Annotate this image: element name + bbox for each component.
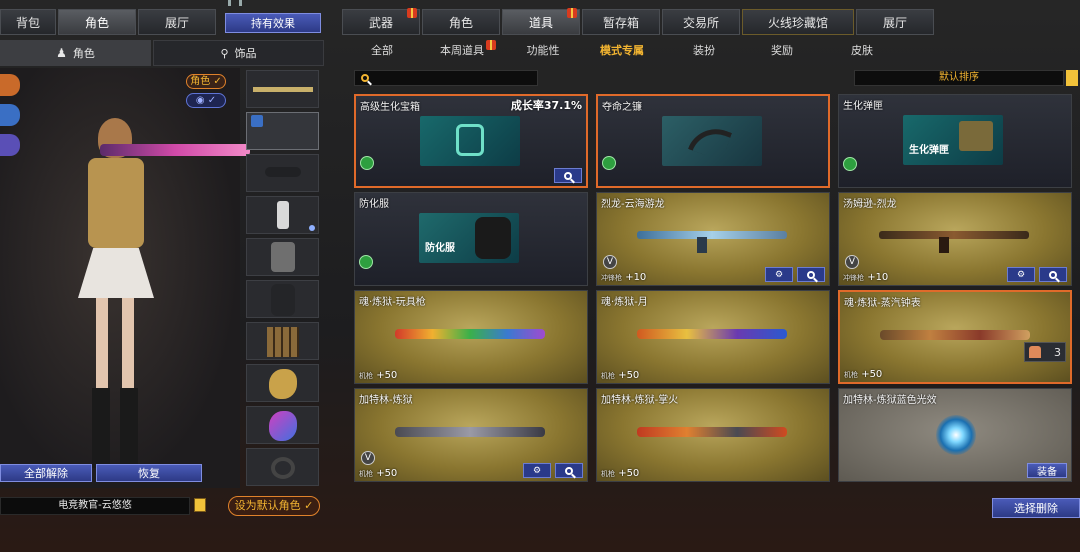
settings-button[interactable]: ⚙ xyxy=(1007,267,1035,282)
list-icon[interactable] xyxy=(194,498,206,512)
slot-radio[interactable] xyxy=(246,196,319,234)
slot-glasses[interactable] xyxy=(246,154,319,192)
sniper-rifle xyxy=(100,144,250,156)
settings-button[interactable]: ⚙ xyxy=(765,267,793,282)
right-panel: 武器 角色 道具 暂存箱 交易所 火线珍藏馆 展厅 全部 本周道具 功能性 模式… xyxy=(342,0,1080,552)
subtab-cosmetic[interactable]: 装扮 xyxy=(678,42,730,60)
item-card[interactable]: 高级生化宝箱 成长率37.1% xyxy=(354,94,588,188)
hazmat-suit-thumb: 防化服 xyxy=(419,213,519,263)
left-panel: 背包 角色 展厅 持有效果 ♟ 角色 ⚲ 饰品 角色 ✓ ◉ ✓ 全部解除 恢复… xyxy=(0,0,330,552)
slot-vest[interactable] xyxy=(246,280,319,318)
slot-weapon[interactable] xyxy=(246,70,319,108)
tab-hall[interactable]: 展厅 xyxy=(138,9,216,35)
side-icon-1[interactable] xyxy=(0,74,20,96)
item-card[interactable]: 加特林-炼狱-掌火 机枪 +50 xyxy=(596,388,830,482)
search-button[interactable] xyxy=(554,168,582,183)
tab-showroom[interactable]: 展厅 xyxy=(856,9,934,35)
item-card[interactable]: 魂·炼狱-蒸汽钟表 机枪 +50 3 xyxy=(838,290,1072,384)
side-icon-3[interactable] xyxy=(0,134,20,156)
slot-ring[interactable] xyxy=(246,448,319,486)
bolt-icon xyxy=(359,255,373,269)
tab-items[interactable]: 道具 xyxy=(502,8,580,35)
smg-image xyxy=(637,223,787,253)
character-viewport[interactable]: 角色 ✓ ◉ ✓ xyxy=(0,68,250,488)
bolt-icon xyxy=(360,156,374,170)
character-figure xyxy=(60,118,250,478)
machine-gun-image xyxy=(637,321,787,347)
person-icon: ♟ xyxy=(56,46,67,60)
settings-button[interactable]: ⚙ xyxy=(523,463,551,478)
tab-exchange[interactable]: 交易所 xyxy=(662,9,740,35)
side-icon-2[interactable] xyxy=(0,104,20,126)
unequip-all-button[interactable]: 全部解除 xyxy=(0,464,92,482)
slot-backpack[interactable] xyxy=(246,238,319,276)
tab-role[interactable]: 角色 xyxy=(58,9,136,35)
machine-gun-image xyxy=(395,321,545,347)
gift-icon xyxy=(567,8,577,18)
item-card[interactable]: 烈龙-云海游龙 V 冲锋枪 +10 ⚙ xyxy=(596,192,830,286)
bolt-icon xyxy=(602,156,616,170)
gift-icon xyxy=(407,8,417,18)
v-badge: V xyxy=(603,255,617,269)
blue-glow-effect xyxy=(936,415,976,455)
restore-button[interactable]: 恢复 xyxy=(96,464,202,482)
holding-effect-button[interactable]: 持有效果 xyxy=(225,13,321,33)
smg-image xyxy=(879,223,1029,253)
scythe-thumb xyxy=(662,116,762,166)
select-delete-button[interactable]: 选择删除 xyxy=(992,498,1080,518)
bolt-icon xyxy=(843,157,857,171)
item-card[interactable]: 生化弹匣 生化弹匣 xyxy=(838,94,1072,188)
subtab-role[interactable]: ♟ 角色 xyxy=(0,40,151,66)
slot-pet-blue[interactable] xyxy=(246,406,319,444)
subtab-skins[interactable]: 皮肤 xyxy=(836,42,888,60)
tab-storage[interactable]: 暂存箱 xyxy=(582,9,660,35)
equip-button[interactable]: 装备 xyxy=(1027,463,1067,478)
item-card[interactable]: 夺命之镰 xyxy=(596,94,830,188)
slot-ammo[interactable] xyxy=(246,322,319,360)
v-badge: V xyxy=(361,451,375,465)
check-icon: ✓ xyxy=(304,499,314,512)
cake-icon xyxy=(1029,346,1041,358)
set-default-button[interactable]: 设为默认角色 ✓ xyxy=(228,496,320,516)
item-grid: 高级生化宝箱 成长率37.1% 夺命之镰 生化弹匣 生化弹匣 防化服 防化服 烈… xyxy=(354,94,1080,494)
item-card[interactable]: 魂·炼狱-月 机枪 +50 xyxy=(596,290,830,384)
tab-weapons[interactable]: 武器 xyxy=(342,8,420,35)
sort-dropdown[interactable]: 默认排序 xyxy=(854,70,1064,86)
item-card[interactable]: 加特林-炼狱 V 机枪 +50 ⚙ xyxy=(354,388,588,482)
search-button[interactable] xyxy=(797,267,825,282)
bars-icon xyxy=(228,0,242,6)
search-input[interactable] xyxy=(354,70,538,86)
tab-characters[interactable]: 角色 xyxy=(422,9,500,35)
item-card[interactable]: 防化服 防化服 xyxy=(354,192,588,286)
tab-collection[interactable]: 火线珍藏馆 xyxy=(742,9,854,35)
gift-icon xyxy=(486,40,496,50)
subtab-rewards[interactable]: 奖励 xyxy=(756,42,808,60)
subtab-accessory[interactable]: ⚲ 饰品 xyxy=(153,40,324,66)
subtab-weekly[interactable]: 本周道具 xyxy=(432,40,496,60)
sort-list-icon[interactable] xyxy=(1066,70,1078,86)
tab-bag[interactable]: 背包 xyxy=(0,9,56,35)
character-name-field: 电竞教官-云悠悠 xyxy=(0,497,190,515)
subtab-functional[interactable]: 功能性 xyxy=(517,42,569,60)
item-count: 3 xyxy=(1024,342,1066,362)
subtab-all[interactable]: 全部 xyxy=(356,42,408,60)
bio-magazine-thumb: 生化弹匣 xyxy=(903,115,1003,165)
gatling-image xyxy=(637,419,787,445)
item-card[interactable]: 汤姆逊-烈龙 V 冲锋枪 +10 ⚙ xyxy=(838,192,1072,286)
subtab-mode-exclusive[interactable]: 模式专属 xyxy=(592,42,652,60)
slot-empty-selected[interactable] xyxy=(246,112,319,150)
ring-icon: ⚲ xyxy=(220,46,229,60)
machine-gun-image xyxy=(880,322,1030,348)
eye-toggle[interactable]: ◉ ✓ xyxy=(186,93,226,108)
search-button[interactable] xyxy=(1039,267,1067,282)
gatling-image xyxy=(395,419,545,445)
item-card[interactable]: 魂·炼狱-玩具枪 机枪 +50 xyxy=(354,290,588,384)
slot-pet-gold[interactable] xyxy=(246,364,319,402)
bio-chest-thumb xyxy=(420,116,520,166)
v-badge: V xyxy=(845,255,859,269)
search-icon xyxy=(361,72,369,85)
search-button[interactable] xyxy=(555,463,583,478)
item-card[interactable]: 加特林-炼狱蓝色光效 装备 xyxy=(838,388,1072,482)
role-badge[interactable]: 角色 ✓ xyxy=(186,74,226,89)
